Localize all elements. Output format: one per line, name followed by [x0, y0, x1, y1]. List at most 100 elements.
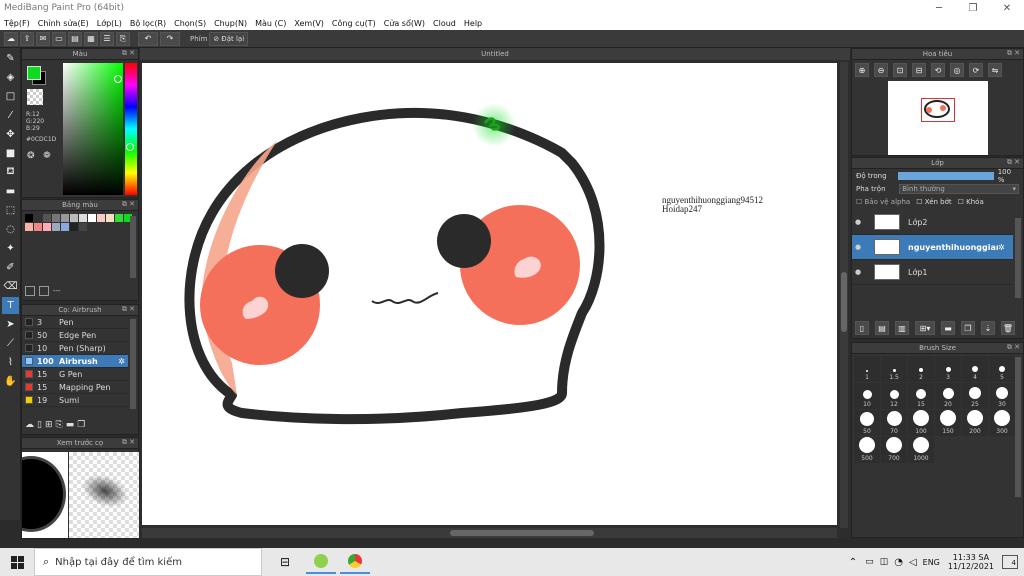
clock[interactable]: 11:33 SA 11/12/2021: [948, 553, 994, 571]
dot-tool-icon[interactable]: ⁄: [2, 107, 19, 124]
palette-swatch[interactable]: [88, 214, 96, 222]
folder-icon[interactable]: ▬: [66, 420, 75, 430]
bucket-tool-icon[interactable]: ⛾: [2, 164, 19, 181]
transparent-swatch[interactable]: [27, 89, 43, 105]
wifi-icon[interactable]: ◔: [894, 557, 903, 568]
brush-size-cell[interactable]: 4: [962, 356, 988, 382]
rotate-right-icon[interactable]: ⟳: [969, 63, 983, 77]
language-indicator[interactable]: ENG: [923, 558, 940, 567]
menu-filter[interactable]: Bộ lọc(R): [126, 19, 170, 28]
palette-add-icon[interactable]: ❁: [43, 151, 55, 163]
palette-swatch[interactable]: [61, 223, 69, 231]
saturation-value-picker[interactable]: [63, 63, 123, 195]
new-palette-icon[interactable]: [25, 286, 35, 296]
palette-menu-icon[interactable]: [39, 286, 49, 296]
layer-list-scrollbar[interactable]: [1015, 218, 1021, 298]
sv-picker-handle[interactable]: [114, 75, 122, 83]
clipping-checkbox[interactable]: ☐ Xén bớt: [916, 198, 951, 206]
brush-settings-icon[interactable]: ✲: [118, 357, 125, 366]
rectangle-tool-icon[interactable]: □: [2, 88, 19, 105]
merge-layer-icon[interactable]: ⇣: [981, 321, 995, 335]
brush-size-cell[interactable]: 25: [962, 383, 988, 409]
page-icon[interactable]: ▤: [68, 31, 82, 46]
menu-edit[interactable]: Chỉnh sửa(E): [34, 19, 93, 28]
scroll-thumb[interactable]: [450, 530, 594, 536]
palette-swatch[interactable]: [25, 223, 33, 231]
divide-tool-icon[interactable]: ⟋: [2, 335, 19, 352]
palette-swatch[interactable]: [25, 214, 33, 222]
brush-list-item[interactable]: 15 Mapping Pen: [22, 381, 128, 394]
text-tool-icon[interactable]: T: [2, 297, 19, 314]
palette-swatch[interactable]: [79, 223, 87, 231]
menu-color[interactable]: Màu (C): [251, 19, 290, 28]
palette-icon[interactable]: ❂: [27, 151, 39, 163]
reset-button[interactable]: ⊘ Đặt lại: [209, 31, 249, 46]
brush-size-cell[interactable]: 700: [881, 437, 907, 463]
new-halftone-layer-icon[interactable]: ▤: [875, 321, 889, 335]
brush-size-cell[interactable]: 1000: [908, 437, 934, 463]
hue-slider[interactable]: [125, 63, 137, 195]
lasso-tool-icon[interactable]: ◌: [2, 221, 19, 238]
menu-select[interactable]: Chọn(S): [170, 19, 210, 28]
palette-swatch[interactable]: [61, 214, 69, 222]
palette-swatch[interactable]: [52, 223, 60, 231]
add-layer-menu-icon[interactable]: ⊞▾: [915, 321, 935, 335]
menu-layer[interactable]: Lớp(L): [93, 19, 126, 28]
brush-size-cell[interactable]: 70: [881, 410, 907, 436]
new-layer-icon[interactable]: ▯: [855, 321, 869, 335]
panel-close-icon[interactable]: ⧉ ✕: [122, 49, 135, 58]
brush-size-cell[interactable]: 100: [908, 410, 934, 436]
layer-item[interactable]: ● Lớp2: [852, 210, 1013, 235]
brush-size-cell[interactable]: 1.5: [881, 356, 907, 382]
eraser-tool-icon[interactable]: ◈: [2, 69, 19, 86]
cloud-icon[interactable]: ☁: [4, 31, 18, 46]
navigator-preview[interactable]: [888, 81, 988, 155]
zoom-in-icon[interactable]: ⊕: [855, 63, 869, 77]
close-button[interactable]: ✕: [990, 3, 1024, 14]
brush-size-cell[interactable]: 1: [854, 356, 880, 382]
brush-size-cell[interactable]: 50: [854, 410, 880, 436]
brush-size-cell[interactable]: 20: [935, 383, 961, 409]
menu-window[interactable]: Cửa sổ(W): [380, 19, 429, 28]
visibility-icon[interactable]: ●: [852, 243, 864, 251]
brush-size-cell[interactable]: 12: [881, 383, 907, 409]
palette-swatch[interactable]: [70, 223, 78, 231]
brush-size-cell[interactable]: 10: [854, 383, 880, 409]
add-brush-icon[interactable]: ⊞: [45, 420, 53, 430]
network-icon[interactable]: ◫: [880, 557, 889, 567]
canvas-horizontal-scrollbar[interactable]: [142, 528, 837, 538]
minimize-button[interactable]: ─: [922, 3, 956, 14]
opacity-slider[interactable]: [898, 171, 994, 180]
palette-swatch[interactable]: [70, 214, 78, 222]
brush-size-cell[interactable]: 500: [854, 437, 880, 463]
layer-item-selected[interactable]: ● nguyenthihuonggian ✲: [852, 235, 1013, 260]
panel-close-icon[interactable]: ⧉ ✕: [122, 200, 135, 209]
menu-file[interactable]: Tệp(F): [0, 19, 34, 28]
drawing-canvas[interactable]: nguyenthihuonggiang94512 Hoidap247: [142, 63, 837, 525]
visibility-icon[interactable]: ●: [852, 218, 864, 226]
protect-alpha-checkbox[interactable]: ☐ Bảo vệ alpha: [856, 198, 910, 206]
palette-swatch[interactable]: [115, 214, 123, 222]
fit-icon[interactable]: ⊡: [893, 63, 907, 77]
actual-size-icon[interactable]: ⊟: [912, 63, 926, 77]
notification-icon[interactable]: 4: [1002, 555, 1018, 569]
select-eraser-tool-icon[interactable]: ⌫: [2, 278, 19, 295]
fg-color-swatch[interactable]: [27, 66, 41, 80]
duplicate-brush-icon[interactable]: ⎘: [56, 420, 63, 430]
brush-options-icon[interactable]: ❐: [77, 420, 85, 430]
windows-start-icon[interactable]: [0, 555, 34, 569]
magic-wand-tool-icon[interactable]: ✦: [2, 240, 19, 257]
brush-size-cell[interactable]: 5: [989, 356, 1015, 382]
undo-icon[interactable]: ↶: [138, 31, 158, 46]
delete-layer-icon[interactable]: 🗑: [1001, 321, 1015, 335]
export-icon[interactable]: ⎘: [116, 31, 130, 46]
blend-mode-select[interactable]: Bình thường ▾: [899, 183, 1019, 194]
new-brush-icon[interactable]: ▯: [37, 420, 42, 430]
menu-snap[interactable]: Chụp(N): [210, 19, 251, 28]
brush-list-scrollbar[interactable]: [130, 319, 136, 409]
lock-checkbox[interactable]: ☐ Khóa: [958, 198, 984, 206]
share-icon[interactable]: ⇪: [20, 31, 34, 46]
zoom-out-icon[interactable]: ⊖: [874, 63, 888, 77]
palette-swatch[interactable]: [43, 223, 51, 231]
brush-list-item-selected[interactable]: 100 Airbrush ✲: [22, 355, 128, 368]
